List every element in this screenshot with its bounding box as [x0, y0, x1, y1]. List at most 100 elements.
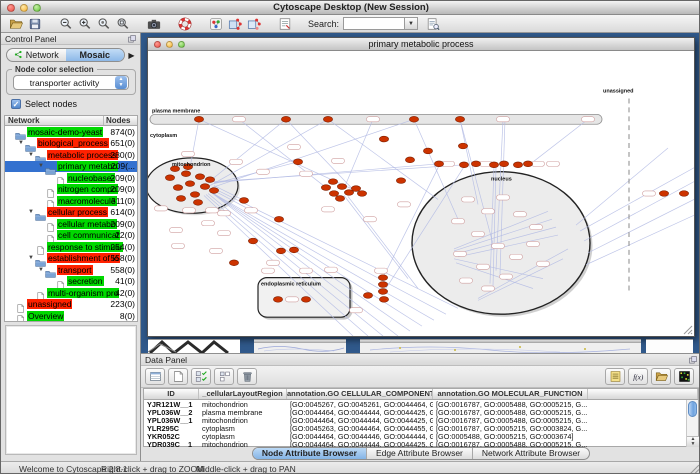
tree-row-nucleobase-[interactable]: nucleobase-209(0) — [5, 172, 137, 184]
graph-node[interactable] — [513, 162, 522, 168]
tree-row-response-to-stimulu[interactable]: response to stimulu264(0) — [5, 241, 137, 253]
disclosure-triangle-icon[interactable]: ▼ — [27, 209, 35, 215]
graph-node[interactable] — [181, 171, 190, 177]
tree-row-metabolic-process[interactable]: ▼metabolic process280(0) — [5, 149, 137, 161]
graph-node[interactable] — [405, 157, 414, 163]
graph-node[interactable] — [200, 184, 209, 190]
window-titlebar[interactable]: Cytoscape Desktop (New Session) — [1, 1, 700, 15]
tree-row-transport[interactable]: ▼transport558(0) — [5, 264, 137, 276]
graph-node[interactable] — [323, 116, 332, 122]
tree-row-overview[interactable]: Overview8(0) — [5, 310, 137, 322]
float-panel-icon[interactable] — [127, 34, 137, 44]
scrollbar-thumb[interactable] — [688, 401, 697, 417]
tab-edge-attribute-browser[interactable]: Edge Attribute Browser — [367, 448, 473, 459]
tree-row-cellular-process[interactable]: ▼cellular process614(0) — [5, 207, 137, 219]
tree-row-cell-communicat[interactable]: cell communicat22(0) — [5, 230, 137, 242]
delete-attribute-icon[interactable] — [237, 368, 257, 385]
graph-node[interactable] — [423, 148, 432, 154]
graph-node[interactable] — [209, 188, 218, 194]
graph-node[interactable] — [396, 178, 405, 184]
resize-grip-icon[interactable] — [689, 464, 700, 474]
graph-node[interactable] — [378, 282, 387, 288]
graph-node[interactable] — [679, 191, 688, 197]
graph-node[interactable] — [248, 238, 257, 244]
tree-row-biological-process[interactable]: ▼biological_process651(0) — [5, 138, 137, 150]
graph-node[interactable] — [293, 159, 302, 165]
graph-node[interactable] — [471, 161, 480, 167]
graph-node[interactable] — [289, 247, 298, 253]
graph-node[interactable] — [190, 192, 199, 198]
vizmapper-icon[interactable] — [206, 16, 225, 32]
disclosure-triangle-icon[interactable]: ▼ — [27, 152, 35, 158]
save-session-icon[interactable] — [25, 16, 44, 32]
tree-row-establishment-of-lo[interactable]: ▼establishment of lo558(0) — [5, 253, 137, 265]
network-view-titlebar[interactable]: primary metabolic process — [148, 38, 694, 51]
graph-node[interactable] — [379, 297, 388, 303]
attribute-matrix-icon[interactable] — [214, 368, 234, 385]
open-session-icon[interactable] — [6, 16, 25, 32]
graph-node[interactable] — [239, 198, 248, 204]
table-column-header[interactable]: annotation.GO MOLECULAR_FUNCTION — [433, 389, 588, 399]
zoom-in-icon[interactable] — [75, 16, 94, 32]
graph-node[interactable] — [357, 191, 366, 197]
graph-node[interactable] — [337, 184, 346, 190]
attribute-matrix-check-icon[interactable] — [191, 368, 211, 385]
graph-node[interactable] — [195, 174, 204, 180]
tab-mosaic[interactable]: Mosaic — [66, 49, 125, 61]
search-dropdown-button[interactable]: ▼ — [405, 17, 418, 30]
graph-node[interactable] — [523, 161, 532, 167]
birdseye-overview-panel[interactable] — [5, 325, 137, 455]
graph-node[interactable] — [273, 297, 282, 303]
graph-node[interactable] — [205, 177, 214, 183]
tab-network-attribute-browser[interactable]: Network Attribute Browser — [473, 448, 589, 459]
tree-row-unassigned[interactable]: unassigned223(0) — [5, 299, 137, 311]
zoom-out-icon[interactable] — [56, 16, 75, 32]
graph-node[interactable] — [185, 181, 194, 187]
disclosure-triangle-icon[interactable]: ▼ — [27, 255, 35, 261]
graph-node[interactable] — [173, 185, 182, 191]
graph-node[interactable] — [455, 116, 464, 122]
tree-row-primary-metabo[interactable]: ▼primary metabo209(... — [5, 161, 137, 173]
import-attributes-icon[interactable] — [651, 368, 671, 385]
tree-row-mosaic-demo-yeast[interactable]: mosaic-demo-yeast874(0) — [5, 126, 137, 138]
tree-row-multi-organism-pro[interactable]: multi-organism pro42(0) — [5, 287, 137, 299]
graph-node[interactable] — [659, 191, 668, 197]
graph-node[interactable] — [378, 289, 387, 295]
heatmap-icon[interactable] — [674, 368, 694, 385]
graph-node[interactable] — [165, 175, 174, 181]
background-window[interactable] — [148, 339, 240, 353]
graph-node[interactable] — [378, 275, 387, 281]
graph-node[interactable] — [458, 143, 467, 149]
tab-network[interactable]: Network — [7, 49, 66, 61]
background-window[interactable] — [360, 339, 641, 353]
disclosure-triangle-icon[interactable]: ▼ — [37, 267, 45, 273]
background-window[interactable] — [646, 339, 693, 353]
graph-node[interactable] — [229, 260, 238, 266]
zoom-selected-icon[interactable] — [94, 16, 113, 32]
zoom-fit-icon[interactable] — [113, 16, 132, 32]
graph-node[interactable] — [459, 162, 468, 168]
graph-node[interactable] — [363, 293, 372, 299]
resize-grip-icon[interactable] — [683, 325, 693, 335]
snapshot-camera-icon[interactable] — [144, 16, 163, 32]
graph-node[interactable] — [351, 186, 360, 192]
help-lifering-icon[interactable] — [175, 16, 194, 32]
graph-node[interactable] — [328, 179, 337, 185]
graph-node[interactable] — [274, 216, 283, 222]
table-column-header[interactable]: _cellularLayoutRegion — [199, 389, 287, 399]
graph-node[interactable] — [489, 162, 498, 168]
disclosure-triangle-icon[interactable]: ▼ — [37, 163, 45, 169]
network-view-window[interactable]: primary metabolic process plasma membran… — [147, 37, 695, 337]
tree-row-macromolecule[interactable]: macromolecule311(0) — [5, 195, 137, 207]
new-attribute-icon[interactable] — [168, 368, 188, 385]
table-column-header[interactable]: annotation.GO CELLULAR_COMPONENT — [287, 389, 433, 399]
tab-node-attribute-browser[interactable]: Node Attribute Browser — [253, 448, 367, 459]
float-panel-icon[interactable] — [688, 355, 698, 365]
graph-node[interactable] — [194, 116, 203, 122]
graph-node[interactable] — [301, 297, 310, 303]
select-nodes-checkbox[interactable]: ✓ — [11, 99, 21, 109]
graph-node[interactable] — [193, 200, 202, 206]
node-color-dropdown[interactable]: transporter activity ▲▼ — [13, 75, 129, 90]
attribute-columns-icon[interactable] — [145, 368, 165, 385]
graph-node[interactable] — [176, 196, 185, 202]
